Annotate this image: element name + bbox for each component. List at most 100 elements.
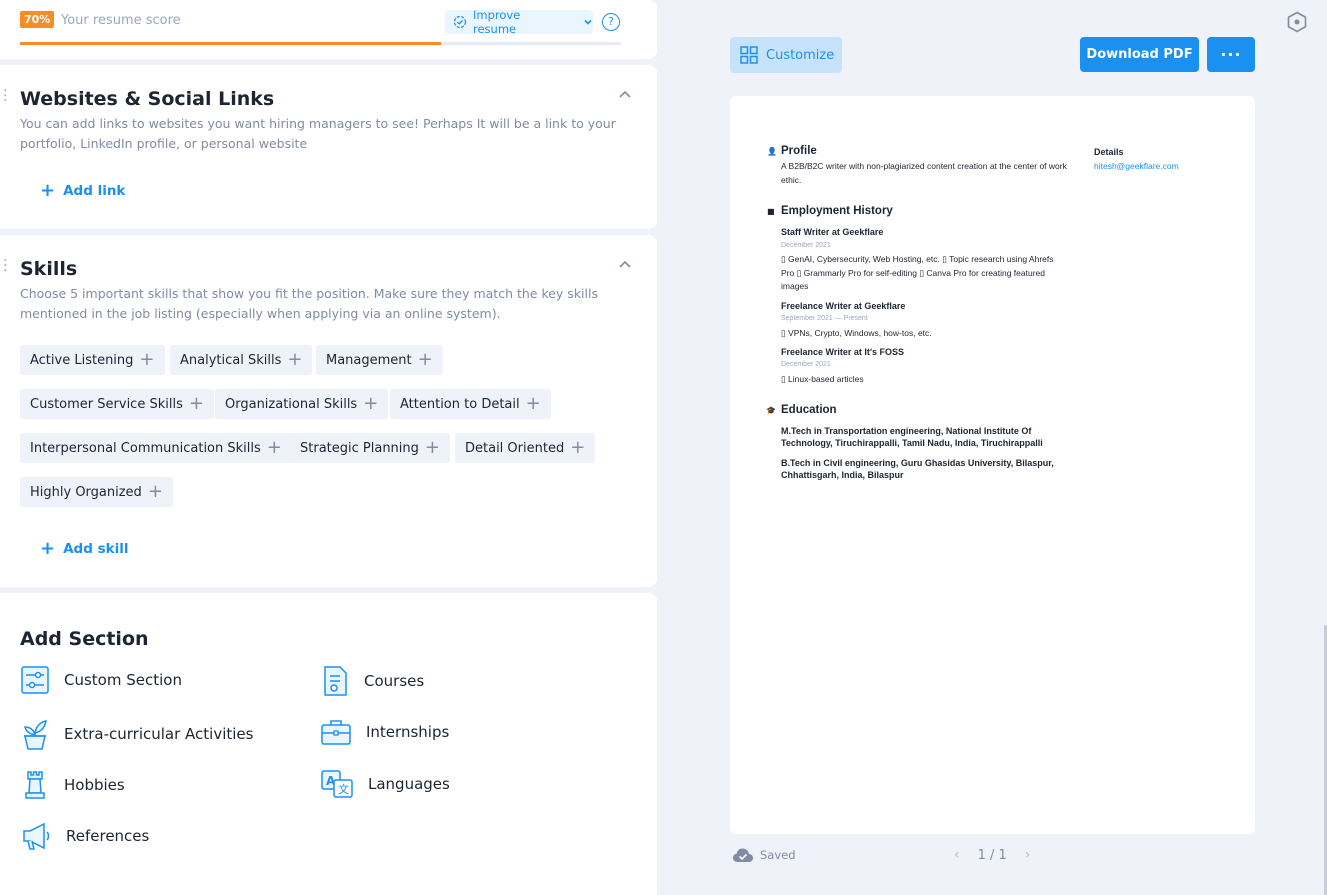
resume-job-title: Staff Writer at Geekflare <box>781 227 884 237</box>
settings-hex-icon[interactable] <box>1286 11 1308 33</box>
person-icon: 👤 <box>767 147 777 156</box>
resume-education-line: M.Tech in Transportation engineering, Na… <box>781 426 1032 436</box>
help-icon[interactable]: ? <box>602 13 620 31</box>
cloud-check-icon <box>733 848 753 862</box>
resume-job-line: Pro ▯ Grammarly Pro for self-editing ▯ C… <box>781 268 1045 278</box>
skill-chip[interactable]: Management + <box>316 345 443 375</box>
add-internships[interactable]: Internships <box>320 717 449 747</box>
add-item-label: Internships <box>366 723 450 741</box>
add-item-label: Extra-curricular Activities <box>64 725 254 743</box>
plus-icon: + <box>424 437 440 458</box>
add-item-label: Custom Section <box>64 671 182 689</box>
add-item-label: Languages <box>368 775 450 793</box>
drag-handle-icon[interactable]: · · · <box>3 84 7 108</box>
previous-page-icon[interactable]: ‹ <box>954 847 960 863</box>
improve-resume-label: Improve resume <box>473 8 521 36</box>
resume-job-title: Freelance Writer at It's FOSS <box>781 347 905 357</box>
plus-icon: + <box>525 393 541 414</box>
plus-icon: + <box>287 349 303 370</box>
add-custom-section[interactable]: Custom Section <box>20 665 182 695</box>
skill-chip-label: Attention to Detail <box>400 396 520 412</box>
add-link-button[interactable]: + Add link <box>40 182 126 200</box>
add-languages[interactable]: A文 Languages <box>320 769 450 799</box>
plus-icon: + <box>363 393 379 414</box>
skill-chip-label: Detail Oriented <box>465 440 565 456</box>
section-description: Choose 5 important skills that show you … <box>20 286 598 321</box>
add-skill-label: Add skill <box>63 541 129 557</box>
score-label: Your resume score <box>61 13 181 28</box>
resume-email: hitesh@geekflare.com <box>1094 161 1179 171</box>
plus-icon: + <box>417 349 433 370</box>
sliders-icon <box>21 666 49 694</box>
plant-icon <box>24 720 47 750</box>
translate-icon: A文 <box>321 770 353 798</box>
skill-chip[interactable]: Analytical Skills + <box>170 345 313 375</box>
graduation-cap-icon: 🎓 <box>766 406 776 415</box>
plus-icon: + <box>40 538 56 559</box>
skill-chip-label: Highly Organized <box>30 484 142 500</box>
resume-preview[interactable]: 👤 Profile A B2B/B2C writer with non-plag… <box>730 96 1255 834</box>
chevron-up-icon[interactable] <box>618 88 632 102</box>
websites-section: · · · Websites & Social Links You can add … <box>0 65 657 229</box>
more-options-button[interactable]: ··· <box>1207 37 1255 72</box>
certificate-icon <box>324 666 347 696</box>
section-description: You can add links to websites you want h… <box>20 116 616 151</box>
next-page-icon[interactable]: › <box>1025 847 1031 863</box>
skill-chip-label: Interpersonal Communication Skills <box>30 440 261 456</box>
add-section-title: Add Section <box>20 628 149 650</box>
skill-chip-label: Strategic Planning <box>300 440 419 456</box>
skill-chip[interactable]: Customer Service Skills + <box>20 389 214 419</box>
chess-rook-icon <box>25 771 45 799</box>
chevron-down-icon <box>584 19 592 25</box>
customize-label: Customize <box>766 47 835 63</box>
section-title: Skills <box>20 258 78 280</box>
add-section-panel: Add Section Custom Section Courses Extra… <box>0 593 657 895</box>
resume-profile-text: A B2B/B2C writer with non-plagiarized co… <box>781 161 1067 185</box>
briefcase-icon: ■ <box>767 207 775 216</box>
add-item-label: Hobbies <box>64 776 125 794</box>
plus-icon: + <box>139 349 155 370</box>
score-badge: 70% <box>20 11 55 28</box>
score-progress-fill <box>20 42 441 45</box>
svg-text:文: 文 <box>338 782 349 796</box>
skill-chip[interactable]: Strategic Planning + <box>290 433 450 463</box>
score-progress-bar <box>20 42 621 45</box>
resume-education-line: Chhattisgarh, India, Bilaspur <box>781 470 904 480</box>
resume-job-line: ▯ VPNs, Crypto, Windows, how-tos, etc. <box>781 328 932 338</box>
add-item-label: References <box>66 827 150 845</box>
add-references[interactable]: References <box>20 821 149 851</box>
skill-chip[interactable]: Organizational Skills + <box>215 389 389 419</box>
customize-button[interactable]: Customize <box>730 37 842 73</box>
skill-chip[interactable]: Interpersonal Communication Skills + <box>20 433 292 463</box>
resume-job-date: September 2021 — Present <box>781 315 868 322</box>
page-indicator: 1 / 1 <box>977 847 1007 863</box>
download-pdf-button[interactable]: Download PDF <box>1080 37 1199 72</box>
add-item-label: Courses <box>364 672 425 690</box>
resume-education-heading: Education <box>781 404 837 416</box>
skill-chip-label: Customer Service Skills <box>30 396 183 412</box>
skill-chip[interactable]: Active Listening + <box>20 345 165 375</box>
resume-job-date: December 2021 <box>781 361 831 368</box>
resume-details-heading: Details <box>1094 147 1124 157</box>
skill-chip[interactable]: Highly Organized + <box>20 477 173 507</box>
add-hobbies[interactable]: Hobbies <box>20 769 125 801</box>
skill-chip[interactable]: Detail Oriented + <box>455 433 596 463</box>
add-link-label: Add link <box>63 183 126 199</box>
resume-job-line: ▯ GenAI, Cybersecurity, Web Hosting, etc… <box>781 254 1054 264</box>
drag-handle-icon[interactable]: · · · <box>3 254 7 278</box>
add-skill-button[interactable]: + Add skill <box>40 538 129 559</box>
check-circle-icon <box>453 15 467 29</box>
preview-pane: Customize Download PDF ··· 👤 Profile A B… <box>657 0 1327 895</box>
add-courses[interactable]: Courses <box>320 665 424 697</box>
saved-label: Saved <box>760 848 796 862</box>
skill-chip[interactable]: Attention to Detail + <box>390 389 551 419</box>
resume-score-card: 70% Your resume score Improve resume ? <box>0 0 657 59</box>
improve-resume-button[interactable]: Improve resume <box>445 8 593 36</box>
add-extra-curricular[interactable]: Extra-curricular Activities <box>20 717 253 751</box>
skill-chip-label: Analytical Skills <box>180 352 282 368</box>
resume-job-date: December 2021 <box>781 242 831 249</box>
resume-education-line: Technology, Tiruchirappalli, Tamil Nadu,… <box>781 438 1043 448</box>
skill-chip-label: Active Listening <box>30 352 134 368</box>
chevron-up-icon[interactable] <box>618 258 632 272</box>
grid-icon <box>740 46 758 64</box>
